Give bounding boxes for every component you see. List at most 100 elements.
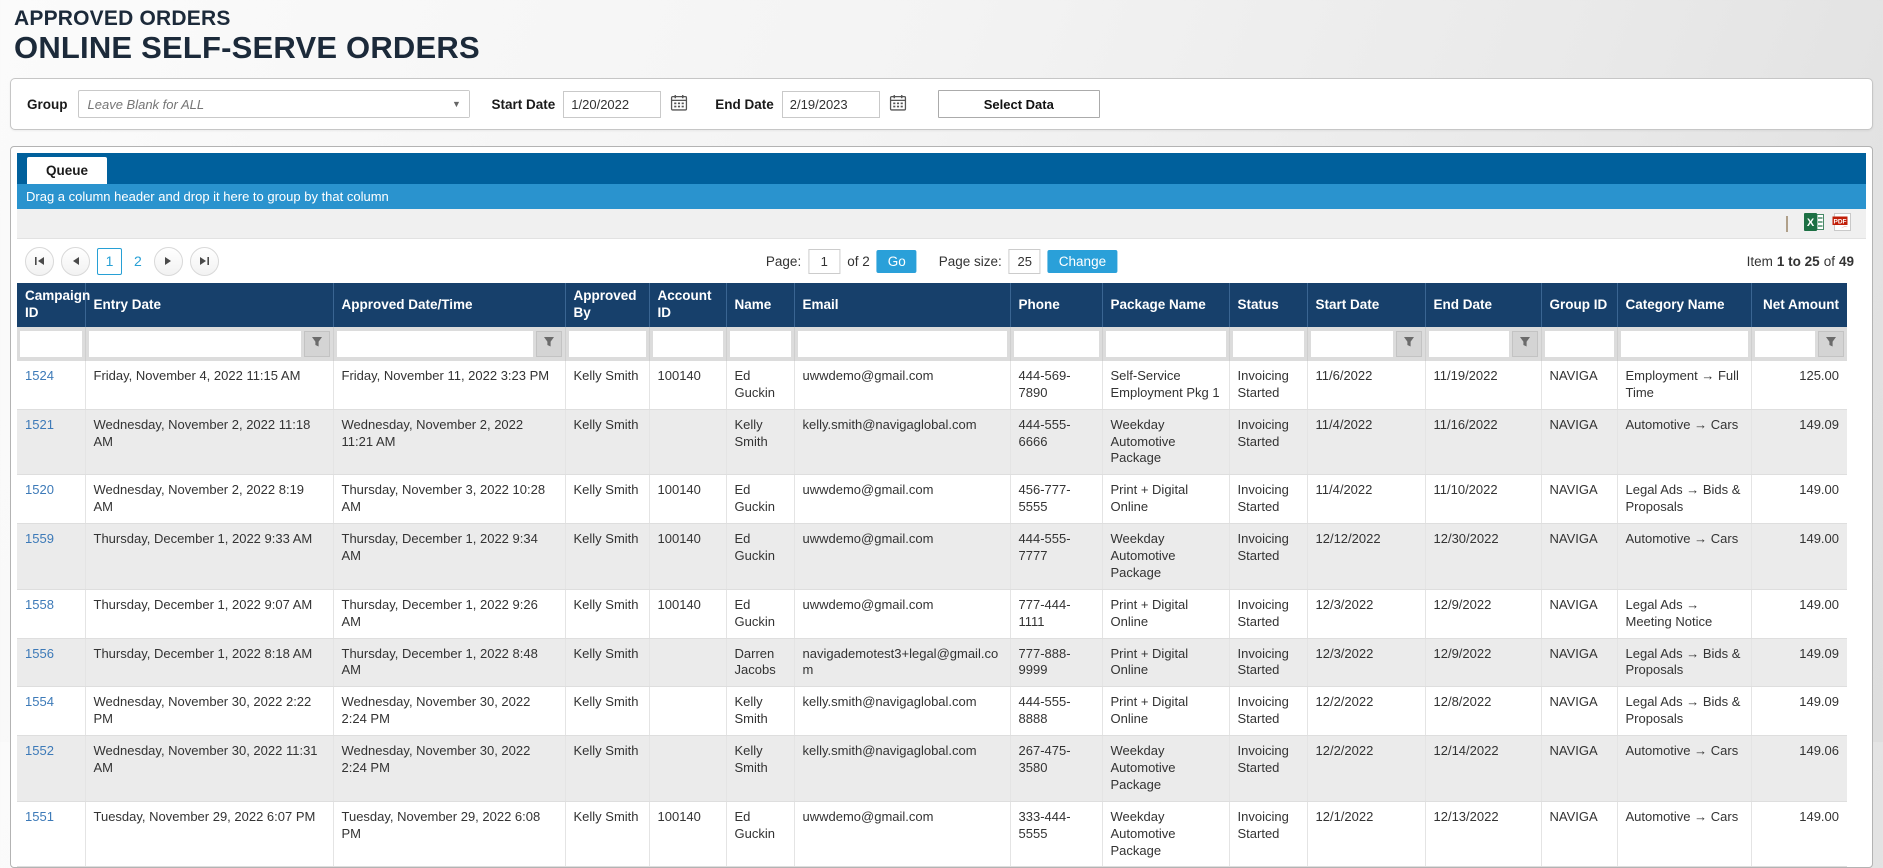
filter-input-name[interactable] (730, 331, 791, 357)
grid: Campaign IDEntry DateApproved Date/TimeA… (17, 283, 1866, 867)
cell-entry_date: Thursday, December 1, 2022 9:33 AM (85, 524, 333, 590)
seek-first-icon (34, 254, 45, 269)
cell-package_name: Self-Service Employment Pkg 1 (1102, 361, 1229, 409)
column-header-end_date[interactable]: End Date (1425, 283, 1541, 327)
pager-buttons: 1 2 (17, 247, 219, 276)
pager-next-button[interactable] (154, 247, 183, 276)
column-header-name[interactable]: Name (726, 283, 794, 327)
filter-funnel-button-end_date[interactable] (1512, 331, 1538, 357)
cell-name: Kelly Smith (726, 409, 794, 475)
page-label: Page: (766, 254, 801, 269)
cell-net_amount: 149.09 (1751, 638, 1847, 687)
filter-input-approved_by[interactable] (569, 331, 646, 357)
group-by-drop-zone[interactable]: Drag a column header and drop it here to… (17, 184, 1866, 209)
campaign-id-link[interactable]: 1521 (25, 417, 54, 432)
column-header-phone[interactable]: Phone (1010, 283, 1102, 327)
cell-end_date: 11/19/2022 (1425, 361, 1541, 409)
column-header-approved_datetime[interactable]: Approved Date/Time (333, 283, 565, 327)
cell-package_name: Print + Digital Online (1102, 589, 1229, 638)
campaign-id-link[interactable]: 1551 (25, 809, 54, 824)
column-header-campaign_id[interactable]: Campaign ID (17, 283, 85, 327)
filter-funnel-button-approved_datetime[interactable] (536, 331, 562, 357)
filter-funnel-button-start_date[interactable] (1396, 331, 1422, 357)
cell-net_amount: 149.00 (1751, 475, 1847, 524)
column-header-net_amount[interactable]: Net Amount (1751, 283, 1847, 327)
campaign-id-link[interactable]: 1556 (25, 646, 54, 661)
campaign-id-link[interactable]: 1559 (25, 531, 54, 546)
end-date-input[interactable] (782, 91, 880, 118)
cell-end_date: 12/8/2022 (1425, 687, 1541, 736)
cell-account_id: 100140 (649, 524, 726, 590)
column-header-approved_by[interactable]: Approved By (565, 283, 649, 327)
cell-name: Ed Guckin (726, 524, 794, 590)
cell-account_id (649, 736, 726, 802)
cell-account_id: 100140 (649, 475, 726, 524)
filter-input-account_id[interactable] (653, 331, 723, 357)
filter-input-phone[interactable] (1014, 331, 1099, 357)
table-row: 1554Wednesday, November 30, 2022 2:22 PM… (17, 687, 1847, 736)
column-header-email[interactable]: Email (794, 283, 1010, 327)
cell-net_amount: 149.06 (1751, 736, 1847, 802)
change-button[interactable]: Change (1048, 250, 1117, 273)
filter-input-net_amount[interactable] (1755, 331, 1816, 357)
select-data-button[interactable]: Select Data (938, 90, 1100, 118)
cell-group_id: NAVIGA (1541, 638, 1617, 687)
column-header-account_id[interactable]: Account ID (649, 283, 726, 327)
pager-prev-button[interactable] (61, 247, 90, 276)
cell-net_amount: 149.09 (1751, 687, 1847, 736)
filter-input-start_date[interactable] (1311, 331, 1393, 357)
pager-last-button[interactable] (190, 247, 219, 276)
filter-input-package_name[interactable] (1106, 331, 1226, 357)
filter-input-entry_date[interactable] (89, 331, 301, 357)
column-header-category_name[interactable]: Category Name (1617, 283, 1751, 327)
cell-status: Invoicing Started (1229, 687, 1307, 736)
pager-page-2[interactable]: 2 (129, 253, 147, 269)
cell-approved_by: Kelly Smith (565, 524, 649, 590)
cell-entry_date: Thursday, December 1, 2022 8:18 AM (85, 638, 333, 687)
filter-input-end_date[interactable] (1429, 331, 1509, 357)
cell-package_name: Print + Digital Online (1102, 475, 1229, 524)
pager-page-1[interactable]: 1 (97, 248, 122, 275)
filter-input-campaign_id[interactable] (20, 331, 82, 357)
cell-approved_datetime: Thursday, December 1, 2022 9:34 AM (333, 524, 565, 590)
arrow-left-icon (72, 254, 80, 269)
column-header-entry_date[interactable]: Entry Date (85, 283, 333, 327)
filter-input-status[interactable] (1233, 331, 1304, 357)
filter-input-group_id[interactable] (1545, 331, 1614, 357)
cell-net_amount: 149.00 (1751, 801, 1847, 867)
group-dropdown-button[interactable]: ▼ (445, 91, 469, 117)
column-header-status[interactable]: Status (1229, 283, 1307, 327)
filter-funnel-button-entry_date[interactable] (304, 331, 330, 357)
column-header-start_date[interactable]: Start Date (1307, 283, 1425, 327)
cell-start_date: 12/2/2022 (1307, 736, 1425, 802)
page-number-input[interactable] (808, 249, 840, 274)
cell-email: uwwdemo@gmail.com (794, 361, 1010, 409)
tab-queue[interactable]: Queue (27, 157, 107, 184)
campaign-id-link[interactable]: 1552 (25, 743, 54, 758)
campaign-id-link[interactable]: 1554 (25, 694, 54, 709)
start-date-input[interactable] (563, 91, 661, 118)
filter-input-approved_datetime[interactable] (337, 331, 533, 357)
cell-approved_by: Kelly Smith (565, 638, 649, 687)
page-size-input[interactable] (1009, 249, 1041, 274)
go-button[interactable]: Go (877, 250, 917, 273)
cell-category_name: Legal Ads → Bids & Proposals (1617, 687, 1751, 736)
column-header-package_name[interactable]: Package Name (1102, 283, 1229, 327)
cell-campaign_id: 1524 (17, 361, 85, 409)
group-input[interactable] (79, 91, 445, 117)
cell-package_name: Weekday Automotive Package (1102, 736, 1229, 802)
filter-input-email[interactable] (798, 331, 1007, 357)
filter-funnel-button-net_amount[interactable] (1818, 331, 1844, 357)
end-date-calendar-button[interactable] (884, 91, 912, 118)
pager-first-button[interactable] (25, 247, 54, 276)
campaign-id-link[interactable]: 1520 (25, 482, 54, 497)
pdf-export-button[interactable]: PDF (1828, 213, 1856, 234)
start-date-calendar-button[interactable] (665, 91, 693, 118)
cell-phone: 444-555-6666 (1010, 409, 1102, 475)
filter-input-category_name[interactable] (1621, 331, 1748, 357)
excel-export-button[interactable]: X (1800, 213, 1828, 234)
group-combobox[interactable]: ▼ (78, 90, 470, 118)
column-header-group_id[interactable]: Group ID (1541, 283, 1617, 327)
campaign-id-link[interactable]: 1558 (25, 597, 54, 612)
campaign-id-link[interactable]: 1524 (25, 368, 54, 383)
